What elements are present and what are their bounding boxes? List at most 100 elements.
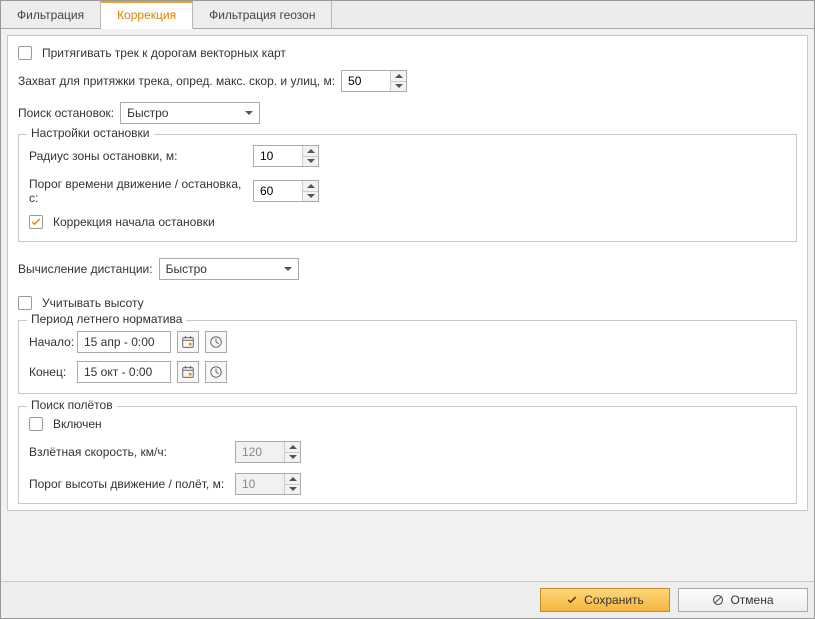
takeoff-spin-down [285, 453, 300, 463]
stop-radius-spin-down[interactable] [303, 157, 318, 167]
stop-correction-label: Коррекция начала остановки [53, 215, 215, 229]
stop-radius-spinner[interactable] [253, 145, 319, 167]
summer-end-label: Конец: [29, 365, 71, 379]
footer-bar: Сохранить Отмена [1, 581, 814, 618]
row-stop-threshold: Порог времени движение / остановка, с: [29, 177, 786, 205]
flights-enabled-checkbox[interactable] [29, 417, 43, 431]
summer-end-time-btn[interactable] [205, 361, 227, 383]
triangle-up-icon [289, 477, 297, 481]
triangle-down-icon [307, 159, 315, 163]
alt-threshold-input [236, 474, 284, 494]
row-stop-correction: Коррекция начала остановки [29, 215, 786, 229]
capture-input[interactable] [342, 71, 390, 91]
stop-radius-spin-buttons [302, 146, 318, 166]
summer-start-label: Начало: [29, 335, 71, 349]
summer-start-input[interactable]: 15 апр - 0:00 [77, 331, 171, 353]
stop-radius-spin-up[interactable] [303, 146, 318, 157]
chevron-down-icon [284, 267, 292, 271]
triangle-down-icon [307, 194, 315, 198]
stop-radius-input[interactable] [254, 146, 302, 166]
tab-geofilter[interactable]: Фильтрация геозон [193, 1, 332, 29]
chevron-down-icon [245, 111, 253, 115]
save-button-label: Сохранить [584, 593, 644, 607]
summer-end-input[interactable]: 15 окт - 0:00 [77, 361, 171, 383]
tab-correction[interactable]: Коррекция [101, 1, 193, 29]
check-icon [566, 594, 578, 606]
takeoff-speed-input [236, 442, 284, 462]
correction-panel: Притягивать трек к дорогам векторных кар… [7, 35, 808, 511]
stop-threshold-spinner[interactable] [253, 180, 319, 202]
settings-window: Фильтрация Коррекция Фильтрация геозон П… [0, 0, 815, 619]
flights-legend: Поиск полётов [27, 398, 117, 412]
save-button[interactable]: Сохранить [540, 588, 670, 612]
capture-spin-up[interactable] [391, 71, 406, 82]
takeoff-speed-spinner [235, 441, 301, 463]
alt-threshold-spin-up [285, 474, 300, 485]
flights-fieldset: Поиск полётов Включен Взлётная скорость,… [18, 406, 797, 504]
row-stop-radius: Радиус зоны остановки, м: [29, 145, 786, 167]
stop-threshold-spin-up[interactable] [303, 181, 318, 192]
stop-threshold-label: Порог времени движение / остановка, с: [29, 177, 247, 205]
stops-search-combo[interactable]: Быстро [120, 102, 260, 124]
snap-to-roads-checkbox[interactable] [18, 46, 32, 60]
row-distance-calc: Вычисление дистанции: Быстро [18, 258, 797, 280]
triangle-up-icon [289, 445, 297, 449]
capture-spin-down[interactable] [391, 82, 406, 92]
triangle-up-icon [307, 149, 315, 153]
tab-filter[interactable]: Фильтрация [1, 1, 101, 29]
summer-period-fieldset: Период летнего норматива Начало: 15 апр … [18, 320, 797, 394]
stop-settings-fieldset: Настройки остановки Радиус зоны остановк… [18, 134, 797, 242]
capture-spinner[interactable] [341, 70, 407, 92]
distance-calc-value: Быстро [166, 262, 207, 276]
row-capture: Захват для притяжки трека, опред. макс. … [18, 70, 797, 92]
tab-bar: Фильтрация Коррекция Фильтрация геозон [1, 1, 814, 29]
takeoff-spin-buttons [284, 442, 300, 462]
content-area: Притягивать трек к дорогам векторных кар… [1, 29, 814, 581]
summer-end-calendar-btn[interactable] [177, 361, 199, 383]
stops-search-value: Быстро [127, 106, 168, 120]
stop-threshold-spin-buttons [302, 181, 318, 201]
alt-threshold-spin-buttons [284, 474, 300, 494]
cancel-button-label: Отмена [730, 593, 773, 607]
capture-spin-buttons [390, 71, 406, 91]
summer-start-time-btn[interactable] [205, 331, 227, 353]
stop-settings-legend: Настройки остановки [27, 126, 154, 140]
stop-correction-checkbox[interactable] [29, 215, 43, 229]
distance-calc-combo[interactable]: Быстро [159, 258, 299, 280]
cancel-icon [712, 594, 724, 606]
row-alt-threshold: Порог высоты движение / полёт, м: [29, 473, 786, 495]
alt-threshold-spinner [235, 473, 301, 495]
cancel-button[interactable]: Отмена [678, 588, 808, 612]
capture-label: Захват для притяжки трека, опред. макс. … [18, 74, 335, 88]
clock-icon [209, 335, 223, 349]
triangle-up-icon [307, 184, 315, 188]
summer-start-calendar-btn[interactable] [177, 331, 199, 353]
calendar-icon [181, 335, 195, 349]
summer-period-legend: Период летнего норматива [27, 312, 186, 326]
stop-radius-label: Радиус зоны остановки, м: [29, 149, 247, 163]
takeoff-speed-label: Взлётная скорость, км/ч: [29, 445, 229, 459]
triangle-down-icon [289, 455, 297, 459]
row-summer-end: Конец: 15 окт - 0:00 [29, 361, 786, 383]
takeoff-spin-up [285, 442, 300, 453]
stop-threshold-spin-down[interactable] [303, 192, 318, 202]
altitude-checkbox[interactable] [18, 296, 32, 310]
snap-to-roads-label: Притягивать трек к дорогам векторных кар… [42, 46, 286, 60]
calendar-icon [181, 365, 195, 379]
altitude-label: Учитывать высоту [42, 296, 144, 310]
stops-search-label: Поиск остановок: [18, 106, 114, 120]
flights-enabled-label: Включен [53, 417, 102, 431]
alt-threshold-spin-down [285, 485, 300, 495]
row-takeoff-speed: Взлётная скорость, км/ч: [29, 441, 786, 463]
distance-calc-label: Вычисление дистанции: [18, 262, 153, 276]
clock-icon [209, 365, 223, 379]
alt-threshold-label: Порог высоты движение / полёт, м: [29, 477, 229, 491]
row-altitude: Учитывать высоту [18, 296, 797, 310]
row-snap-to-roads: Притягивать трек к дорогам векторных кар… [18, 46, 797, 60]
triangle-down-icon [289, 487, 297, 491]
row-summer-start: Начало: 15 апр - 0:00 [29, 331, 786, 353]
stop-threshold-input[interactable] [254, 181, 302, 201]
row-flights-enabled: Включен [29, 417, 786, 431]
triangle-up-icon [395, 74, 403, 78]
row-stops-search: Поиск остановок: Быстро [18, 102, 797, 124]
